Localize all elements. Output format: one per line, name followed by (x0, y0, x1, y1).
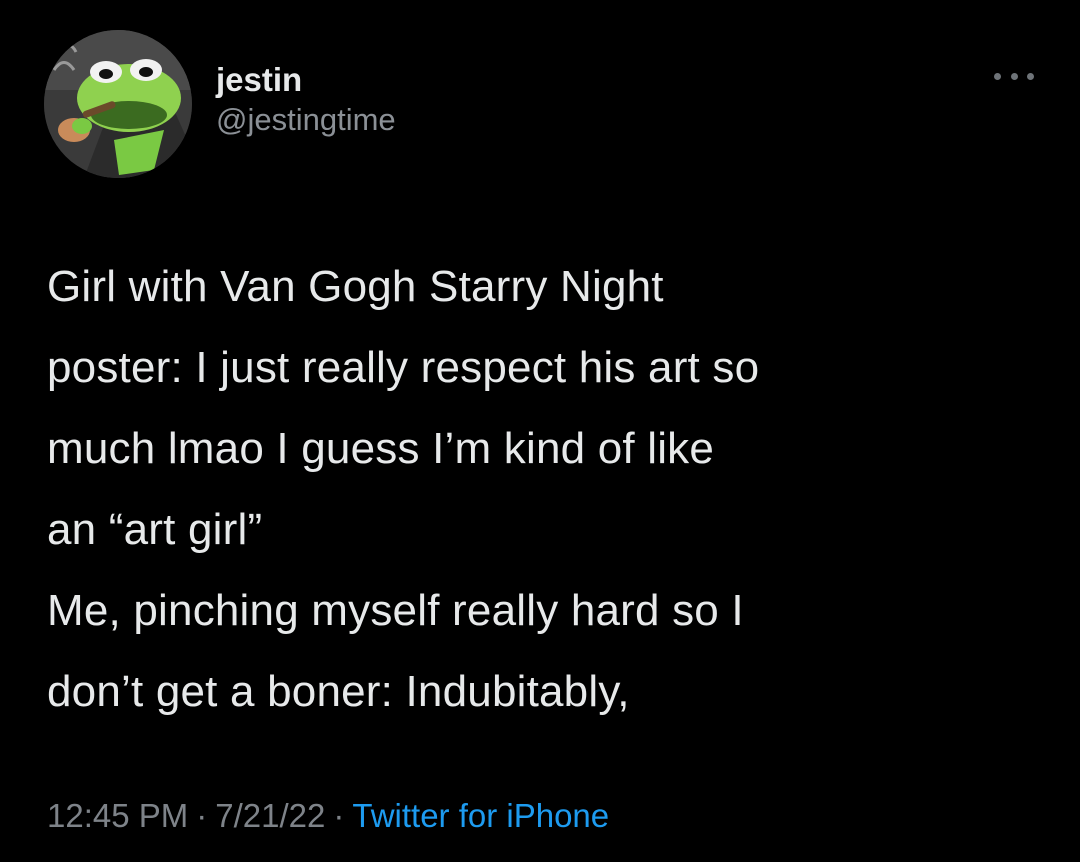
tweet-text-line: Me, pinching myself really hard so I (47, 586, 744, 635)
tweet-time[interactable]: 12:45 PM (47, 797, 188, 834)
display-name[interactable]: jestin (216, 60, 396, 100)
more-horizontal-icon[interactable] (994, 70, 1034, 82)
tweet-meta: 12:45 PM · 7/21/22 · Twitter for iPhone (47, 794, 609, 838)
more-dot (1027, 72, 1034, 80)
user-handle[interactable]: @jestingtime (216, 100, 396, 140)
tweet-header: jestin @jestingtime (44, 30, 1044, 180)
tweet-source-link[interactable]: Twitter for iPhone (352, 797, 609, 834)
tweet-text-line: much lmao I guess I’m kind of like (47, 424, 715, 473)
more-dot (1010, 72, 1018, 80)
meta-separator: · (196, 797, 208, 834)
tweet-text-line: don’t get a boner: Indubitably, (47, 667, 630, 716)
tweet-card: jestin @jestingtime Girl with Van Gogh S… (0, 0, 1080, 862)
meta-separator: · (333, 797, 345, 834)
avatar[interactable] (44, 30, 192, 178)
tweet-text-line: an “art girl” (47, 505, 263, 554)
more-dot (994, 72, 1001, 80)
tweet-text-line: poster: I just really respect his art so (47, 343, 760, 392)
tweet-date[interactable]: 7/21/22 (215, 797, 325, 834)
kermit-avatar-icon (44, 30, 192, 178)
tweet-text-line: Girl with Van Gogh Starry Night (47, 262, 664, 311)
user-names: jestin @jestingtime (216, 60, 396, 140)
tweet-text: Girl with Van Gogh Starry Night poster: … (47, 246, 1047, 732)
